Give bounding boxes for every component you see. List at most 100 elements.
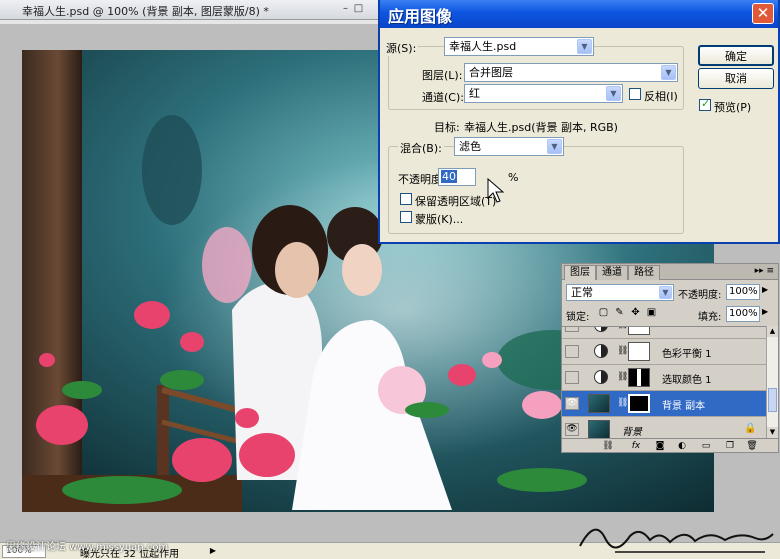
link-icon: ⛓ xyxy=(617,398,629,408)
visibility-toggle[interactable] xyxy=(565,327,579,332)
layer-blend-select[interactable]: 正常 ▼ xyxy=(566,284,674,301)
panel-menu-icon[interactable]: ▸▸ ≡ xyxy=(755,266,774,276)
scroll-up-icon[interactable]: ▲ xyxy=(767,326,778,337)
document-title-bar[interactable]: 幸福人生.psd @ 100% (背景 副本, 图层蒙版/8) * – □ xyxy=(0,0,380,20)
layer-list[interactable]: ⛓ ⛓ 色彩平衡 1 ⛓ 选取颜色 1 👁 ⛓ 背景 副本 👁 xyxy=(562,326,766,438)
layer-mask-thumbnail[interactable] xyxy=(628,327,650,335)
mask-label[interactable]: 蒙版(K)... xyxy=(415,211,463,227)
chevron-down-icon: ▼ xyxy=(659,286,672,299)
chevron-down-icon: ▼ xyxy=(661,65,676,80)
maximize-icon[interactable]: □ xyxy=(353,3,364,14)
new-layer-icon[interactable]: ❐ xyxy=(724,440,736,452)
adjustment-layer-icon xyxy=(594,370,608,384)
layers-panel[interactable]: 图层 通道 路径 ▸▸ ≡ 正常 ▼ 不透明度: 100% ▶ 锁定: ▢ ✎ … xyxy=(561,263,779,453)
add-mask-icon[interactable]: ◙ xyxy=(654,440,666,452)
target-label: 目标: xyxy=(434,121,460,134)
layer-row[interactable]: 👁 背景 🔒 xyxy=(562,417,766,438)
link-icon: ⛓ xyxy=(617,327,628,330)
opacity-input[interactable]: 40 xyxy=(438,168,476,186)
layer-row[interactable]: ⛓ 色彩平衡 1 xyxy=(562,339,766,365)
layer-name: 选取颜色 1 xyxy=(662,375,712,386)
layer-opacity-input[interactable]: 100% xyxy=(726,284,760,300)
layer-mask-thumbnail[interactable] xyxy=(628,342,650,361)
layer-name: 背景 副本 xyxy=(662,401,706,412)
preserve-transparency-checkbox[interactable] xyxy=(400,193,412,205)
dialog-title-bar[interactable]: 应用图像 ✕ xyxy=(380,0,778,28)
channel-value: 红 xyxy=(469,87,480,100)
invert-label[interactable]: 反相(I) xyxy=(644,88,678,104)
document-title: 幸福人生.psd @ 100% (背景 副本, 图层蒙版/8) * xyxy=(22,5,269,18)
layers-scrollbar[interactable]: ▲ ▼ xyxy=(766,326,778,438)
layer-thumbnail[interactable] xyxy=(588,394,610,413)
preserve-transparency-label[interactable]: 保留透明区域(T) xyxy=(415,193,496,209)
opacity-unit: % xyxy=(508,171,519,184)
link-layers-icon[interactable]: ⛓ xyxy=(602,440,614,452)
cancel-button[interactable]: 取消 xyxy=(698,68,774,89)
lock-all-icon[interactable]: ▣ xyxy=(646,307,657,318)
layers-footer: ⛓ fx ◙ ◐ ▭ ❐ 🗑 xyxy=(562,438,778,452)
fill-input[interactable]: 100% xyxy=(726,306,760,322)
target-value: 幸福人生.psd(背景 副本, RGB) xyxy=(464,121,618,134)
fill-label: 填充: xyxy=(698,312,722,323)
chevron-down-icon: ▼ xyxy=(547,139,562,154)
eye-icon[interactable]: 👁 xyxy=(565,423,579,436)
ok-button[interactable]: 确定 xyxy=(698,45,774,66)
mask-checkbox[interactable] xyxy=(400,211,412,223)
visibility-toggle[interactable] xyxy=(565,371,579,384)
layer-name: 色彩平衡 1 xyxy=(662,349,712,360)
close-button[interactable]: ✕ xyxy=(752,3,774,24)
panel-tabs: 图层 通道 路径 ▸▸ ≡ xyxy=(562,264,778,280)
layer-row[interactable]: ⛓ xyxy=(562,327,766,339)
link-icon: ⛓ xyxy=(617,372,629,382)
status-menu-icon[interactable]: ▶ xyxy=(208,546,218,556)
layer-opacity-label: 不透明度: xyxy=(678,290,722,301)
layer-label: 图层(L): xyxy=(422,69,463,82)
layer-style-icon[interactable]: fx xyxy=(630,440,642,452)
layer-row[interactable]: ⛓ 选取颜色 1 xyxy=(562,365,766,391)
source-select[interactable]: 幸福人生.psd ▼ xyxy=(444,37,594,56)
fill-slider-icon[interactable]: ▶ xyxy=(762,307,768,316)
adjustment-layer-icon xyxy=(594,327,608,332)
layer-thumbnail[interactable] xyxy=(588,420,610,438)
lock-move-icon[interactable]: ✥ xyxy=(630,307,641,318)
layer-blend-value: 正常 xyxy=(571,286,593,299)
preview-checkbox[interactable] xyxy=(699,97,711,111)
tab-layers[interactable]: 图层 xyxy=(564,265,596,280)
minimize-icon[interactable]: – xyxy=(340,3,351,14)
lock-paint-icon[interactable]: ✎ xyxy=(614,307,625,318)
layer-select[interactable]: 合并图层 ▼ xyxy=(464,63,678,82)
source-value: 幸福人生.psd xyxy=(449,40,517,53)
chevron-down-icon: ▼ xyxy=(577,39,592,54)
channel-select[interactable]: 红 ▼ xyxy=(464,84,623,103)
layer-row-selected[interactable]: 👁 ⛓ 背景 副本 xyxy=(562,391,766,417)
source-label: 源(S): xyxy=(384,40,419,56)
eye-icon[interactable]: 👁 xyxy=(565,397,579,410)
opacity-slider-icon[interactable]: ▶ xyxy=(762,285,768,294)
adjustment-layer-icon xyxy=(594,344,608,358)
preview-label[interactable]: 预览(P) xyxy=(714,99,751,115)
group-icon[interactable]: ▭ xyxy=(700,440,712,452)
scroll-down-icon[interactable]: ▼ xyxy=(767,427,778,438)
dialog-title: 应用图像 xyxy=(388,7,453,26)
invert-checkbox[interactable] xyxy=(629,88,641,100)
layer-mask-thumbnail[interactable] xyxy=(628,368,650,387)
channel-label: 通道(C): xyxy=(422,91,464,104)
adjustment-icon[interactable]: ◐ xyxy=(676,440,688,452)
blend-label: 混合(B): xyxy=(398,140,444,156)
lock-transparency-icon[interactable]: ▢ xyxy=(598,307,609,318)
layer-name: 背景 xyxy=(622,427,642,438)
blend-select[interactable]: 滤色 ▼ xyxy=(454,137,564,156)
apply-image-dialog[interactable]: 应用图像 ✕ 源(S): 幸福人生.psd ▼ 图层(L): 合并图层 ▼ 通道… xyxy=(378,0,780,244)
layer-mask-thumbnail[interactable] xyxy=(628,394,650,413)
lock-icon: 🔒 xyxy=(744,423,757,434)
site-watermark: 思缘设计论坛 www.missyuan.com xyxy=(6,542,169,553)
layer-value: 合并图层 xyxy=(469,66,513,79)
tab-channels[interactable]: 通道 xyxy=(596,265,628,280)
link-icon: ⛓ xyxy=(617,346,629,356)
visibility-toggle[interactable] xyxy=(565,345,579,358)
scroll-thumb[interactable] xyxy=(768,388,777,412)
signature-watermark xyxy=(579,528,774,553)
tab-paths[interactable]: 路径 xyxy=(628,265,660,280)
lock-label: 锁定: xyxy=(566,312,590,323)
trash-icon[interactable]: 🗑 xyxy=(746,440,758,452)
